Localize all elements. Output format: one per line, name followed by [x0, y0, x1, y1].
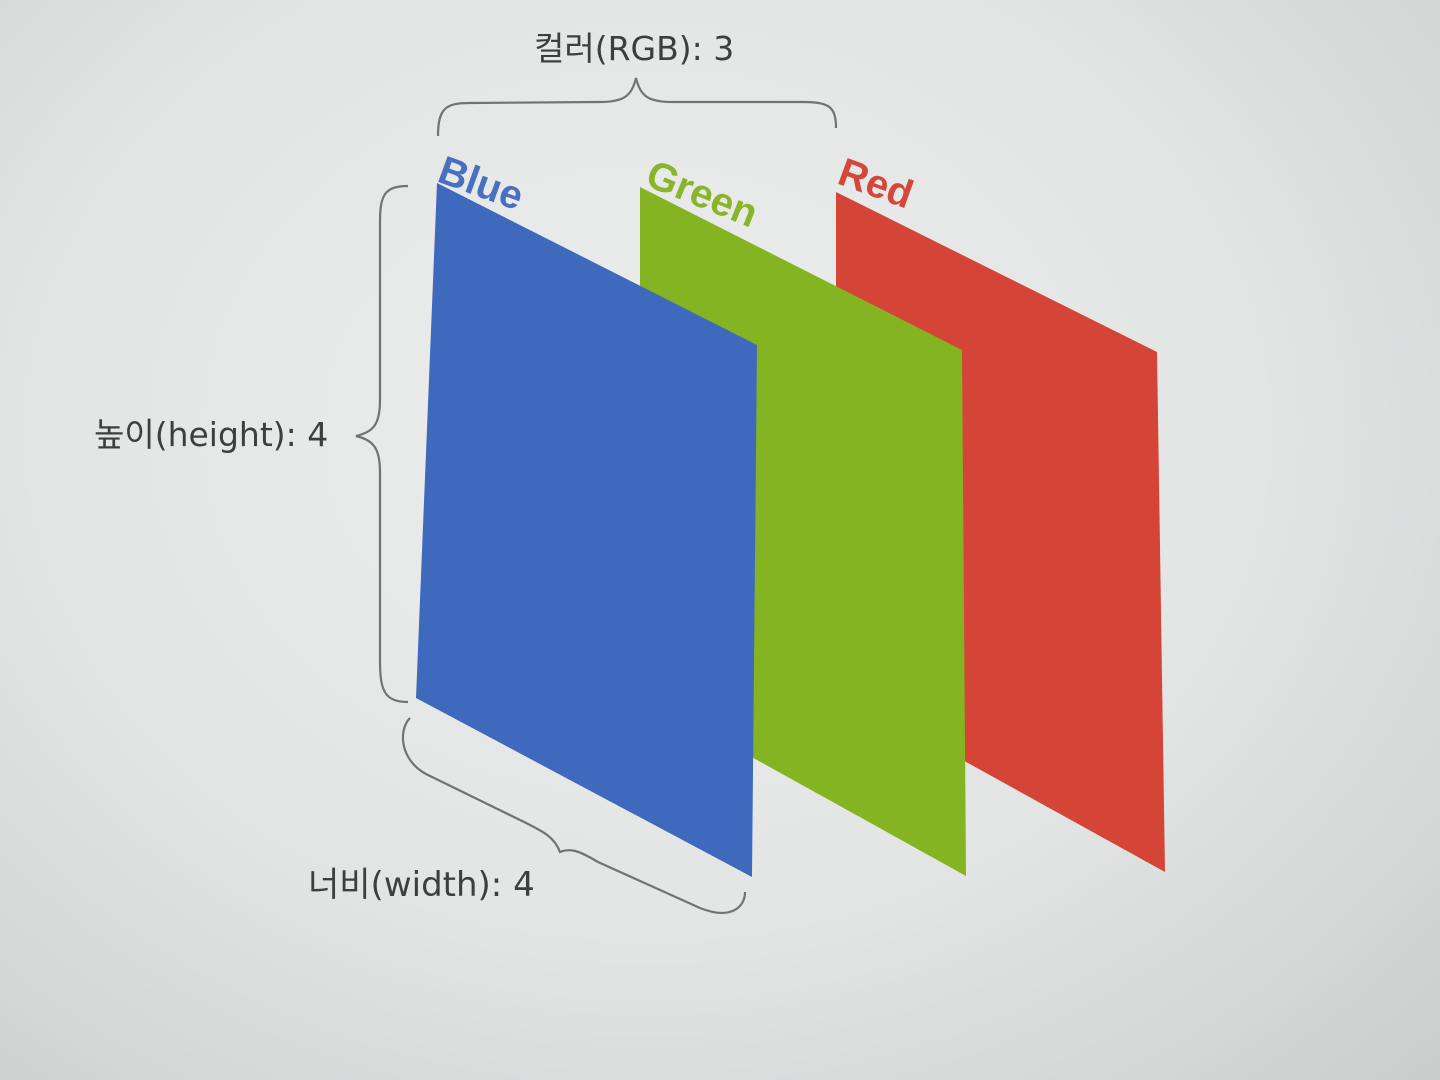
- height-brace: [355, 184, 409, 704]
- height-dimension-label: 높이(height): 4: [94, 415, 329, 454]
- width-dimension-label: 너비(width): 4: [308, 865, 535, 905]
- color-brace: [436, 77, 838, 137]
- diagram-page: Blue Green Red 컬러(RGB): 3 높이(height): 4 …: [0, 0, 1440, 1080]
- color-dimension-label: 컬러(RGB): 3: [534, 29, 735, 68]
- rgb-tensor-diagram: [355, 77, 1165, 914]
